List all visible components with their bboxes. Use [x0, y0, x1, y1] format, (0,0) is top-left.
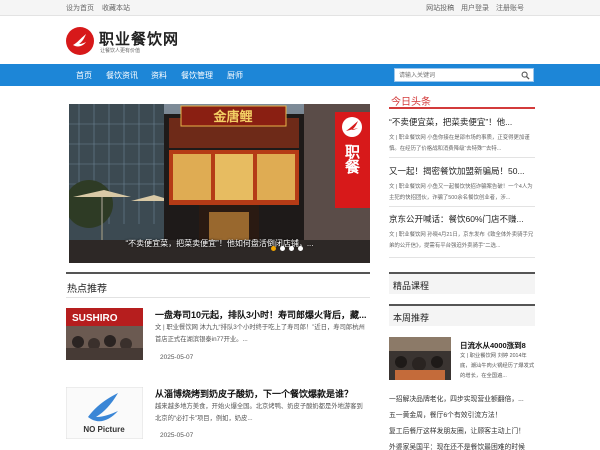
article-desc: 越来越多地方美食，开始火爆全国。北京烤鸭、奶皮子酸奶都是外地游客到北京的“必打卡… [155, 403, 363, 422]
hot-heading-label: 热点推荐 [67, 284, 107, 295]
top-utility-bar: 设为首页 收藏本站 网站投稿 用户登录 注册账号 [0, 0, 600, 16]
article-date: 2025-05-07 [160, 354, 194, 361]
banner-dot-4[interactable] [298, 246, 303, 251]
headline-title[interactable]: 又一起！揭密餐饮加盟新骗局！50... [389, 165, 535, 177]
thumb-brand-text: SUSHIRO [72, 313, 118, 324]
topbar-left: 设为首页 收藏本站 [66, 3, 136, 13]
logo-bird-icon[interactable] [66, 27, 94, 55]
featured-desc: 文 | 职业餐饮网 刘婷 2014年底，潮汕牛肉火锅经历了爆发式的增长，在全国遍… [460, 353, 535, 379]
banner-caption[interactable]: “不卖便宜菜，把菜卖便宜”！他如何盘活倒闭店铺，... [69, 238, 370, 249]
banner-slideshow[interactable]: 金唐鲤 职餐 “不卖便宜菜，把菜卖便宜”！他如何盘活倒闭店铺，... [69, 104, 370, 263]
headline-desc: 文 | 职业餐饮网 小鱼你接在是邵市场的事质，正变得更加谨慎。在经历了价格战和消… [389, 135, 530, 152]
banner-dots [271, 243, 307, 253]
list-item: 又一起！揭密餐饮加盟新骗局！50... 文 | 职业餐饮网 小鱼又一起餐饮快招诈… [389, 165, 535, 204]
no-picture-text: NO Picture [83, 425, 125, 434]
article-thumbnail[interactable]: NO Picture [66, 387, 143, 439]
headline-title[interactable]: “不卖便宜菜，把菜卖便宜”！他... [389, 116, 535, 128]
set-home-link[interactable]: 设为首页 [66, 5, 94, 12]
topbar-right: 网站投稿 用户登录 注册账号 [421, 3, 524, 13]
article-title[interactable]: 从淄博烧烤到奶皮子酸奶，下一个餐饮爆款是谁？ [155, 387, 369, 400]
logo-subtitle: 让餐饮人更有价值 [100, 48, 141, 54]
nav-item-management[interactable]: 餐饮管理 [181, 70, 213, 81]
list-item[interactable]: 外婆家吴国平：现在还不是餐饮最困难的时候 [389, 441, 535, 450]
banner-logo-text: 职餐 [343, 144, 361, 175]
headline-desc: 文 | 职业餐饮网 孙晓4月21日，京东发布《致全体外卖骑手兄弟的公开信》，提需… [389, 232, 534, 249]
divider [389, 157, 535, 158]
submit-link[interactable]: 网站投稿 [426, 5, 454, 12]
nav-item-home[interactable]: 首页 [76, 70, 92, 81]
headline-desc: 文 | 职业餐饮网 小鱼又一起餐饮快招诈骗案告破！一个4人为主犯的快招团伙，诈骗… [389, 184, 533, 201]
list-item: SUSHIRO 一盘寿司10元起，排队3小时！寿司郎爆火背后，藏... 文 | … [66, 308, 370, 368]
nav-item-chef[interactable]: 厨师 [227, 70, 243, 81]
weekly-heading: 本周推荐 [389, 304, 535, 326]
divider [389, 257, 535, 258]
banner-sign-text: 金唐鲤 [212, 109, 252, 125]
courses-heading-label[interactable]: 精品课程 [393, 279, 429, 292]
list-item: 京东公开喊话：餐饮60%门店不赚... 文 | 职业餐饮网 孙晓4月21日，京东… [389, 213, 535, 252]
featured-thumbnail[interactable] [389, 337, 451, 380]
register-link[interactable]: 注册账号 [496, 5, 524, 12]
featured-item: 日流水从4000涨到8 文 | 职业餐饮网 刘婷 2014年底，潮汕牛肉火锅经历… [389, 337, 535, 381]
article-date: 2025-05-07 [160, 432, 194, 439]
article-title[interactable]: 一盘寿司10元起，排队3小时！寿司郎爆火背后，藏... [155, 308, 369, 321]
list-item[interactable]: 复工后餐厅这样发朋友圈，让顾客主动上门！ [389, 425, 535, 435]
headlines-heading: 今日头条 [389, 92, 535, 109]
list-item[interactable]: 一招解决品牌老化，四步实现营业额翻倍，... [389, 393, 535, 403]
list-item: NO Picture 从淄博烧烤到奶皮子酸奶，下一个餐饮爆款是谁？ 越来越多地方… [66, 387, 370, 447]
nav-item-resources[interactable]: 资料 [151, 70, 167, 81]
banner-dot-3[interactable] [289, 246, 294, 251]
featured-title[interactable]: 日流水从4000涨到8 [460, 340, 526, 351]
weekly-heading-label: 本周推荐 [393, 313, 430, 323]
nav-item-news[interactable]: 餐饮资讯 [106, 70, 138, 81]
search-icon[interactable] [521, 71, 530, 80]
courses-heading: 精品课程 [389, 272, 535, 294]
login-link[interactable]: 用户登录 [461, 5, 489, 12]
logo-title[interactable]: 职业餐饮网 [99, 28, 179, 49]
divider [389, 206, 535, 207]
site-header: 职业餐饮网 让餐饮人更有价值 [0, 17, 600, 64]
list-item: “不卖便宜菜，把菜卖便宜”！他... 文 | 职业餐饮网 小鱼你接在是邵市场的事… [389, 116, 535, 155]
list-item[interactable]: 五一黄金周，餐厅6个有效引流方法！ [389, 409, 535, 419]
banner-dot-2[interactable] [280, 246, 285, 251]
headline-title[interactable]: 京东公开喊话：餐饮60%门店不赚... [389, 213, 535, 225]
headlines-heading-label: 今日头条 [391, 97, 431, 108]
article-thumbnail[interactable]: SUSHIRO [66, 308, 143, 360]
banner-dot-1[interactable] [271, 246, 276, 251]
main-nav: 首页 餐饮资讯 资料 餐饮管理 厨师 [0, 64, 600, 86]
hot-section-heading: 热点推荐 [66, 272, 370, 298]
search-input[interactable] [399, 70, 514, 81]
search-box [394, 68, 534, 82]
bookmark-link[interactable]: 收藏本站 [102, 5, 130, 12]
article-desc: 文 | 职业餐饮网 沐九九“排队3个小时终于吃上了寿司郎！”近日，寿司郎杭州首店… [155, 324, 365, 343]
